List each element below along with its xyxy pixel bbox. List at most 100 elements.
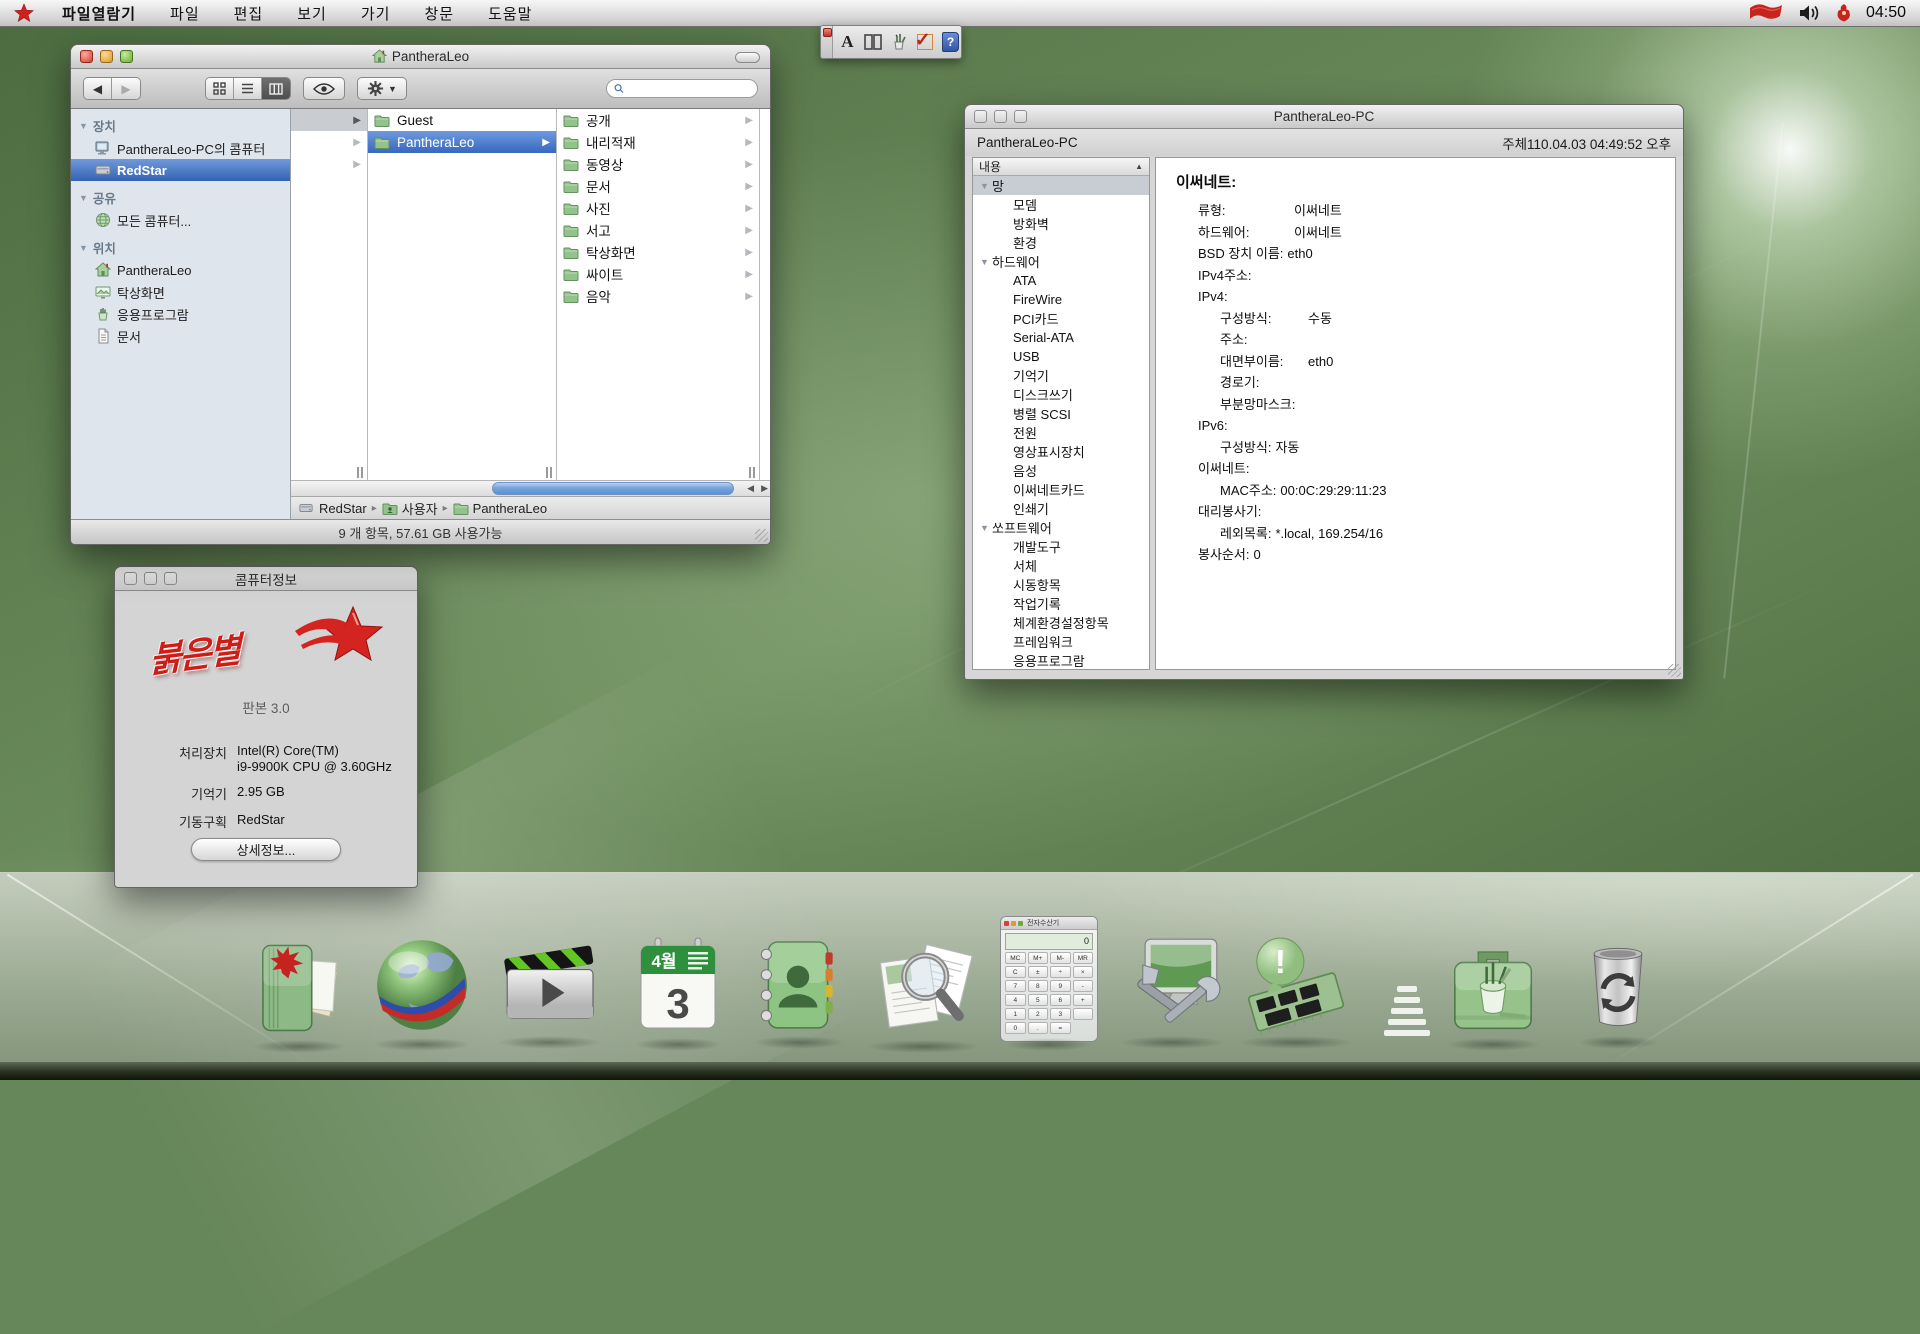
- resize-grip[interactable]: [755, 529, 768, 542]
- tree-item[interactable]: 기억기: [973, 366, 1149, 385]
- close-button[interactable]: [124, 572, 137, 585]
- folder-row[interactable]: PantheraLeo▶: [368, 131, 556, 153]
- tree-item[interactable]: 영상표시장치: [973, 442, 1149, 461]
- folder-row[interactable]: 공개▶: [557, 109, 759, 131]
- back-button[interactable]: ◀: [84, 78, 112, 99]
- scrollbar-thumb[interactable]: [492, 482, 734, 495]
- column-view-button[interactable]: [262, 78, 290, 99]
- dock-trash[interactable]: [1572, 934, 1664, 1040]
- sidebar-section-header[interactable]: ▼공유: [71, 181, 290, 209]
- tree-item[interactable]: 개발도구: [973, 537, 1149, 556]
- menu-file-manager[interactable]: 파일열람기: [62, 3, 136, 24]
- folder-row[interactable]: 음악▶: [557, 285, 759, 307]
- menu-go[interactable]: 가기: [361, 3, 391, 24]
- menu-clock[interactable]: 04:50: [1866, 4, 1906, 22]
- column-row[interactable]: ▶: [291, 109, 367, 131]
- minimize-button[interactable]: [144, 572, 157, 585]
- icon-view-button[interactable]: [206, 78, 234, 99]
- menu-window[interactable]: 창문: [424, 3, 454, 24]
- sidebar-section-header[interactable]: ▼위치: [71, 231, 290, 259]
- about-titlebar[interactable]: 콤퓨터정보: [115, 567, 417, 591]
- tree-header[interactable]: 내용▲: [973, 158, 1149, 176]
- resize-grip[interactable]: [1668, 664, 1681, 677]
- tree-item[interactable]: 이써네트카드: [973, 480, 1149, 499]
- sidebar-item[interactable]: 탁상화면: [71, 281, 290, 303]
- dock-utilities[interactable]: [1440, 934, 1546, 1042]
- details-button[interactable]: 상세정보...: [191, 838, 341, 861]
- sidebar-item[interactable]: RedStar: [71, 159, 290, 181]
- folder-row[interactable]: 내리적재▶: [557, 131, 759, 153]
- list-view-button[interactable]: [234, 78, 262, 99]
- tree-item[interactable]: 응용프로그람: [973, 651, 1149, 670]
- spellcheck-tool-button[interactable]: ✓: [914, 30, 935, 54]
- tree-item[interactable]: 모뎀: [973, 195, 1149, 214]
- menu-edit[interactable]: 편집: [234, 3, 264, 24]
- sidebar-item[interactable]: 문서: [71, 325, 290, 347]
- sidebar-item[interactable]: 응용프로그람: [71, 303, 290, 325]
- sidebar-item[interactable]: 모든 콤퓨터...: [71, 209, 290, 231]
- column-resize-handle[interactable]: [749, 467, 755, 478]
- tree-item[interactable]: 프레임워크: [973, 632, 1149, 651]
- minimize-button[interactable]: [994, 110, 1007, 123]
- tree-category[interactable]: ▼하드웨어: [973, 252, 1149, 271]
- disclosure-triangle-icon[interactable]: ▼: [980, 257, 992, 267]
- dock-preview[interactable]: [858, 932, 988, 1044]
- tree-item[interactable]: FireWire: [973, 290, 1149, 309]
- volume-icon[interactable]: [1798, 4, 1822, 22]
- sysinfo-titlebar[interactable]: PantheraLeo-PC: [965, 105, 1683, 129]
- close-button[interactable]: [974, 110, 987, 123]
- minimize-button[interactable]: [100, 50, 113, 63]
- path-crumb[interactable]: RedStar: [299, 501, 367, 516]
- folder-row[interactable]: 서고▶: [557, 219, 759, 241]
- dock-file-manager[interactable]: [246, 932, 352, 1044]
- search-input[interactable]: [628, 81, 750, 97]
- tree-item[interactable]: 전원: [973, 423, 1149, 442]
- ime-indicator-icon[interactable]: [1836, 3, 1852, 23]
- text-tool-button[interactable]: A: [837, 30, 858, 54]
- action-menu-button[interactable]: ▼: [357, 77, 407, 100]
- close-button[interactable]: [80, 50, 93, 63]
- sidebar-section-header[interactable]: ▼장치: [71, 109, 290, 137]
- dock-calculator[interactable]: 전자수산기 0 MCM+M-MRC±÷×789-456+123 0.= 전자수산…: [1000, 916, 1098, 1042]
- zoom-button[interactable]: [120, 50, 133, 63]
- tree-item[interactable]: 음성: [973, 461, 1149, 480]
- tree-item[interactable]: 인쇄기: [973, 499, 1149, 518]
- toolbar-toggle-button[interactable]: [735, 52, 760, 63]
- dock-memory-monitor[interactable]: ! !: [1230, 928, 1362, 1040]
- disclosure-triangle-icon[interactable]: ▼: [79, 121, 88, 131]
- tree-item[interactable]: 방화벽: [973, 214, 1149, 233]
- column-resize-handle[interactable]: [546, 467, 552, 478]
- scroll-left-button[interactable]: ◀: [747, 483, 754, 494]
- folder-row[interactable]: 탁상화면▶: [557, 241, 759, 263]
- tree-category[interactable]: ▼망: [973, 176, 1149, 195]
- column-row[interactable]: ▶: [291, 131, 367, 153]
- tree-item[interactable]: 병렬 SCSI: [973, 404, 1149, 423]
- search-field[interactable]: [606, 79, 758, 98]
- help-tool-button[interactable]: ?: [940, 30, 961, 54]
- path-crumb[interactable]: 사용자: [382, 499, 438, 518]
- sidebar-item[interactable]: PantheraLeo-PC의 콤퓨터: [71, 137, 290, 159]
- tree-item[interactable]: ATA: [973, 271, 1149, 290]
- dock-media-player[interactable]: [490, 930, 608, 1040]
- disclosure-triangle-icon[interactable]: ▼: [980, 181, 992, 191]
- folder-row[interactable]: Guest: [368, 109, 556, 131]
- tree-item[interactable]: 체계환경설정항목: [973, 613, 1149, 632]
- disclosure-triangle-icon[interactable]: ▼: [79, 193, 88, 203]
- column-resize-handle[interactable]: [357, 467, 363, 478]
- zoom-button[interactable]: [164, 572, 177, 585]
- sidebar-item[interactable]: PantheraLeo: [71, 259, 290, 281]
- menu-view[interactable]: 보기: [297, 3, 327, 24]
- tree-item[interactable]: 디스크쓰기: [973, 385, 1149, 404]
- dock-system-tools[interactable]: [1112, 928, 1232, 1040]
- forward-button[interactable]: ▶: [112, 78, 140, 99]
- scroll-right-button[interactable]: ▶: [761, 483, 768, 494]
- disclosure-triangle-icon[interactable]: ▼: [79, 243, 88, 253]
- close-icon[interactable]: [823, 28, 832, 37]
- tree-item[interactable]: 시동항목: [973, 575, 1149, 594]
- dock-address-book[interactable]: [748, 930, 850, 1040]
- column-row[interactable]: ▶: [291, 153, 367, 175]
- folder-row[interactable]: 사진▶: [557, 197, 759, 219]
- path-crumb[interactable]: PantheraLeo: [453, 501, 547, 516]
- menu-help[interactable]: 도움말: [488, 3, 532, 24]
- menu-file[interactable]: 파일: [170, 3, 200, 24]
